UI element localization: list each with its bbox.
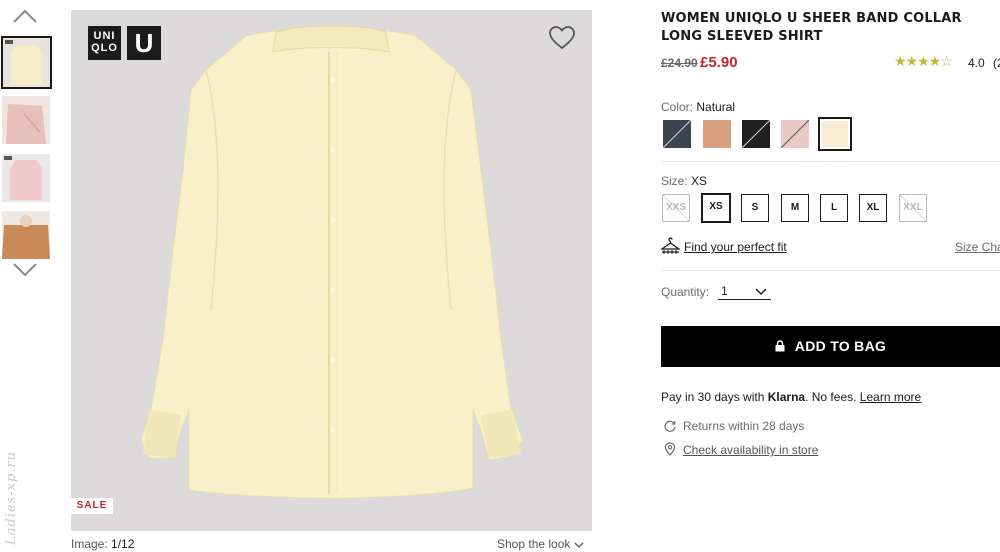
shop-the-look-link[interactable]: Shop the look	[497, 537, 584, 551]
returns-info: Returns within 28 days	[683, 419, 805, 433]
heart-icon[interactable]	[549, 26, 575, 50]
color-swatch-navy[interactable]	[663, 120, 691, 148]
klarna-payment-info: Pay in 30 days with Klarna. No fees. Lea…	[661, 390, 922, 404]
size-option-m[interactable]: M	[781, 194, 809, 222]
thumbnail-3[interactable]	[2, 154, 50, 202]
size-option-xl[interactable]: XL	[859, 194, 887, 222]
shirt-illustration	[71, 10, 592, 531]
divider	[661, 270, 1000, 271]
thumbnail-scroll-up-icon[interactable]	[12, 8, 38, 24]
find-perfect-fit-link[interactable]: Find your perfect fit	[684, 240, 787, 254]
color-swatch-pink[interactable]	[781, 120, 809, 148]
learn-more-link[interactable]: Learn more	[860, 390, 921, 404]
add-to-bag-button[interactable]: ADD TO BAG	[661, 326, 1000, 367]
quantity-select[interactable]: 1	[718, 284, 771, 300]
size-option-l[interactable]: L	[820, 194, 848, 222]
color-swatch-black[interactable]	[742, 120, 770, 148]
main-product-image[interactable]: UNI QLO U SALE	[71, 10, 592, 531]
hanger-icon	[659, 237, 682, 256]
rating-value: 4.0	[968, 56, 985, 70]
thumbnail-4[interactable]	[2, 211, 50, 259]
chevron-down-icon	[755, 288, 767, 295]
returns-icon	[663, 419, 677, 433]
size-option-s[interactable]: S	[741, 194, 769, 222]
quantity-label: Quantity:	[661, 285, 710, 299]
image-counter: Image: 1/12	[71, 537, 135, 551]
size-option-xs[interactable]: XS	[701, 193, 731, 223]
original-price: £24.90	[661, 56, 698, 70]
size-label: Size: XS	[661, 174, 708, 188]
rating-stars[interactable]: ★★★★☆	[894, 53, 953, 70]
chevron-down-icon	[574, 542, 584, 548]
sale-price: £5.90	[700, 54, 738, 71]
uniqlo-logo: UNI QLO	[88, 26, 121, 60]
color-swatch-tan[interactable]	[703, 120, 731, 148]
lock-icon	[775, 340, 785, 352]
uniqlo-u-logo: U	[127, 26, 161, 60]
size-option-xxl[interactable]: XXL	[899, 194, 927, 222]
product-title: WOMEN UNIQLO U SHEER BAND COLLAR LONG SL…	[661, 11, 962, 44]
color-label: Color: Natural	[661, 100, 736, 114]
color-swatch-natural[interactable]	[818, 117, 852, 151]
watermark: Ladies-xp.ru	[4, 451, 19, 545]
size-option-xxs[interactable]: XXS	[662, 194, 690, 222]
size-chart-link[interactable]: Size Cha	[955, 240, 1000, 254]
thumbnail-scroll-down-icon[interactable]	[12, 262, 38, 278]
location-pin-icon	[663, 442, 677, 456]
check-store-availability-link[interactable]: Check availability in store	[683, 443, 818, 457]
rating-count[interactable]: (2	[993, 56, 1000, 70]
thumbnail-2[interactable]	[2, 96, 50, 144]
divider	[661, 161, 1000, 162]
sale-badge: SALE	[71, 498, 113, 514]
thumbnail-1[interactable]	[1, 36, 52, 89]
